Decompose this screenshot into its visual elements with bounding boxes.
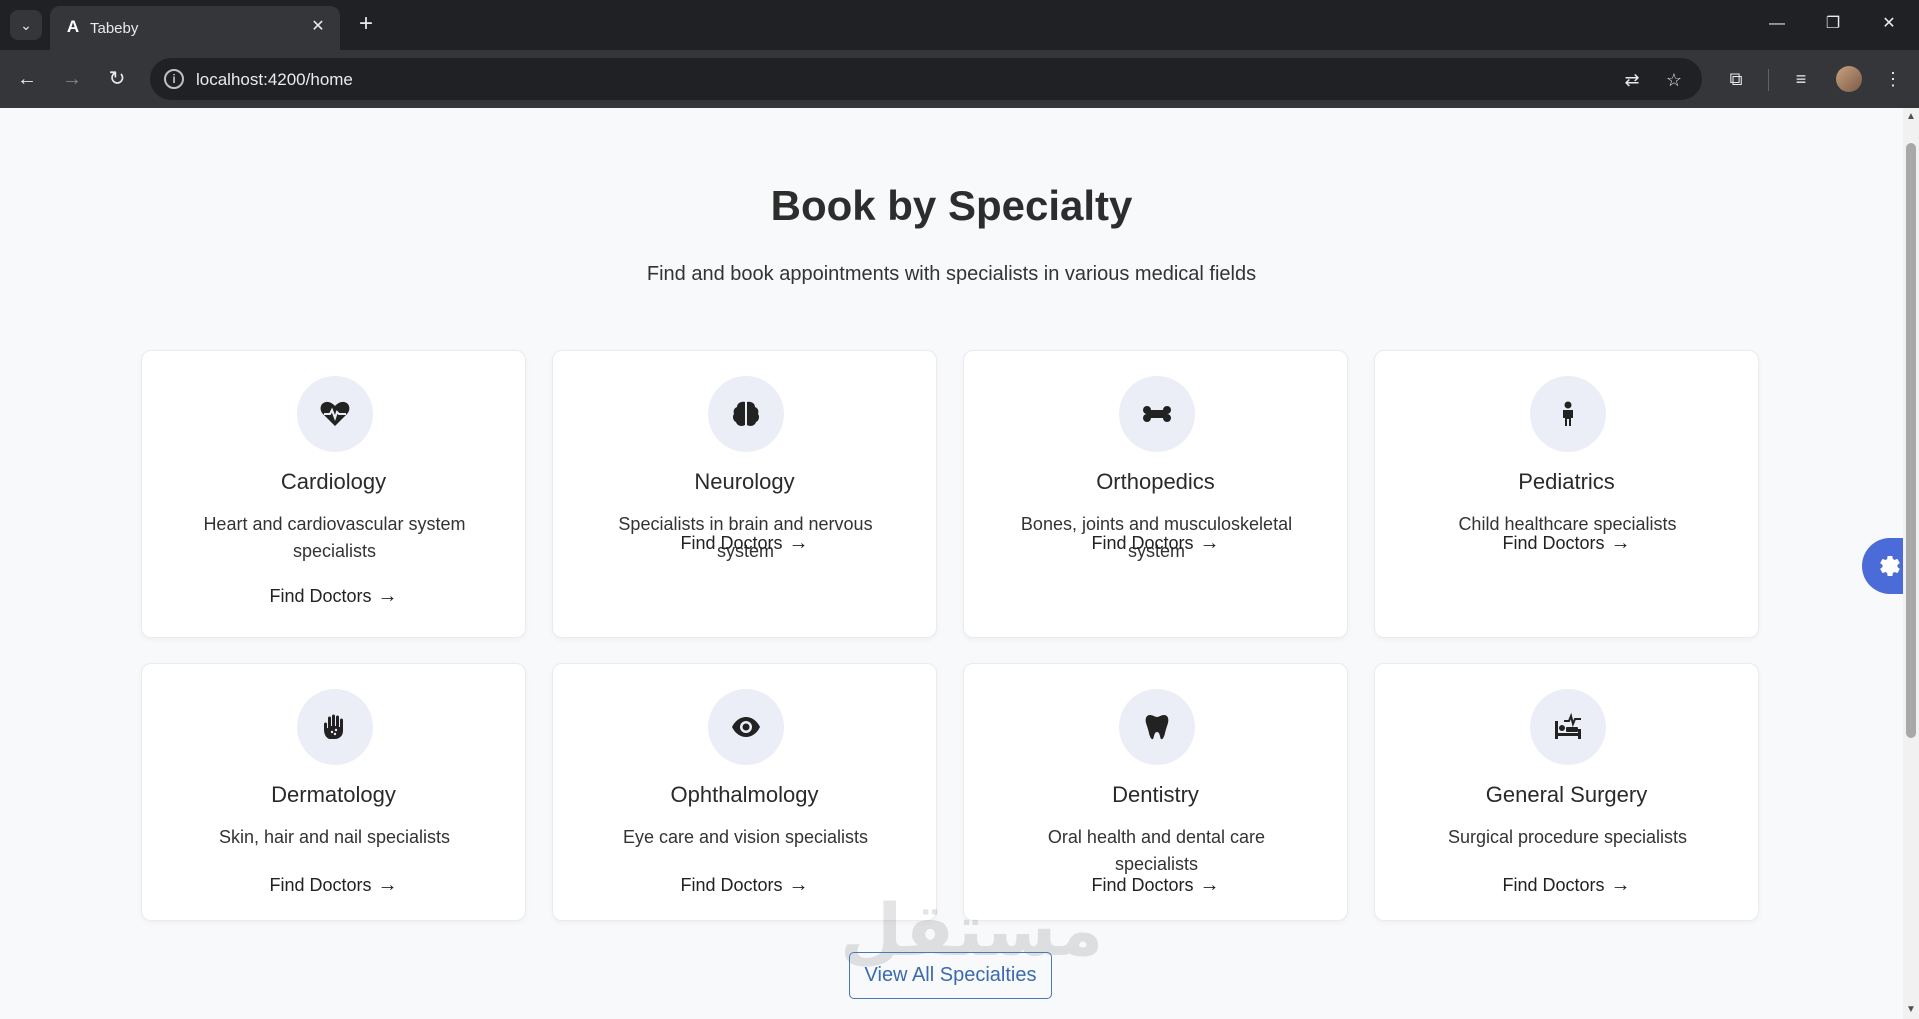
- find-doctors-label: Find Doctors: [680, 875, 783, 895]
- find-doctors-label: Find Doctors: [1091, 533, 1194, 553]
- site-info-icon[interactable]: i: [164, 69, 184, 89]
- specialty-description: Skin, hair and nail specialists: [218, 827, 451, 847]
- arrow-right-icon: →: [1610, 532, 1631, 554]
- specialty-name: Dentistry: [1112, 782, 1199, 807]
- find-doctors-label: Find Doctors: [269, 875, 372, 895]
- specialty-name: Pediatrics: [1518, 469, 1615, 494]
- settings-gear-button[interactable]: [1862, 538, 1903, 594]
- specialty-description: Heart and cardiovascular system speciali…: [203, 514, 466, 561]
- arrow-right-icon: →: [1610, 874, 1631, 896]
- view-all-specialties-button[interactable]: View All Specialties: [849, 952, 1052, 999]
- scrollbar-thumb[interactable]: [1906, 143, 1916, 738]
- find-doctors-label: Find Doctors: [1502, 875, 1605, 895]
- child-icon: [1530, 376, 1606, 452]
- section-title: Book by Specialty: [770, 182, 1133, 229]
- page-viewport: Book by Specialty Find and book appointm…: [0, 108, 1903, 1019]
- page-scrollbar[interactable]: ▲ ▼: [1903, 108, 1919, 1019]
- find-doctors-link[interactable]: Find Doctors →: [142, 585, 525, 608]
- specialty-name: Cardiology: [280, 469, 387, 494]
- find-doctors-label: Find Doctors: [680, 533, 783, 553]
- specialty-card-ophthalmology[interactable]: Ophthalmology Eye care and vision specia…: [552, 663, 937, 921]
- specialty-card-cardiology[interactable]: Cardiology Heart and cardiovascular syst…: [141, 350, 526, 638]
- extensions-puzzle-icon[interactable]: ⧉: [1721, 64, 1751, 94]
- section-subtitle: Find and book appointments with speciali…: [646, 263, 1257, 285]
- bookmark-star-icon[interactable]: ☆: [1662, 68, 1686, 92]
- browser-menu-icon[interactable]: ⋮: [1878, 64, 1908, 94]
- browser-tab-bar: ⌄ A Tabeby ✕ + — ❐ ✕: [0, 0, 1919, 50]
- heartbeat-icon: [297, 376, 373, 452]
- hand-dots-icon: [297, 689, 373, 765]
- find-doctors-link[interactable]: Find Doctors →: [142, 874, 525, 897]
- brain-icon: [708, 376, 784, 452]
- specialty-name: General Surgery: [1485, 782, 1648, 807]
- minimize-icon[interactable]: —: [1762, 10, 1792, 38]
- find-doctors-link[interactable]: Find Doctors →: [1375, 874, 1758, 897]
- find-doctors-label: Find Doctors: [1091, 875, 1194, 895]
- scroll-down-arrow-icon[interactable]: ▼: [1906, 1005, 1916, 1015]
- new-tab-plus-icon[interactable]: +: [353, 10, 379, 38]
- arrow-right-icon: →: [1199, 874, 1220, 896]
- specialty-name: Ophthalmology: [670, 782, 819, 807]
- browser-tab[interactable]: A Tabeby ✕: [50, 6, 340, 50]
- find-doctors-label: Find Doctors: [269, 586, 372, 606]
- find-doctors-link[interactable]: Find Doctors →: [1375, 532, 1758, 555]
- specialty-card-pediatrics[interactable]: Pediatrics Child healthcare specialists …: [1374, 350, 1759, 638]
- translate-icon[interactable]: ⇄: [1620, 68, 1644, 92]
- specialty-name: Orthopedics: [1096, 469, 1215, 494]
- bed-pulse-icon: [1530, 689, 1606, 765]
- tab-title: Tabeby: [90, 20, 139, 37]
- scroll-up-arrow-icon[interactable]: ▲: [1906, 112, 1916, 122]
- specialty-name: Dermatology: [271, 782, 396, 807]
- arrow-right-icon: →: [1199, 532, 1220, 554]
- find-doctors-label: Find Doctors: [1502, 533, 1605, 553]
- angular-favicon-icon: A: [66, 17, 80, 36]
- tooth-icon: [1119, 689, 1195, 765]
- url-text[interactable]: localhost:4200/home: [196, 70, 353, 90]
- arrow-right-icon: →: [788, 532, 809, 554]
- forward-arrow-icon[interactable]: →: [57, 64, 87, 94]
- specialty-card-dentistry[interactable]: Dentistry Oral health and dental care sp…: [963, 663, 1348, 921]
- specialty-description: Eye care and vision specialists: [622, 827, 869, 847]
- specialty-description: Oral health and dental care specialists: [1047, 827, 1266, 874]
- specialty-description: Surgical procedure specialists: [1447, 827, 1688, 847]
- reload-icon[interactable]: ↻: [102, 64, 132, 94]
- tab-search-chevron-icon[interactable]: ⌄: [10, 10, 42, 40]
- arrow-right-icon: →: [377, 874, 398, 896]
- toolbar-divider: [1768, 69, 1769, 91]
- media-queue-icon[interactable]: ≡: [1786, 64, 1816, 94]
- find-doctors-link[interactable]: Find Doctors →: [553, 874, 936, 897]
- close-window-icon[interactable]: ✕: [1874, 10, 1904, 38]
- arrow-right-icon: →: [377, 585, 398, 607]
- tab-close-icon[interactable]: ✕: [308, 17, 328, 37]
- restore-window-icon[interactable]: ❐: [1818, 10, 1848, 38]
- arrow-right-icon: →: [788, 874, 809, 896]
- find-doctors-link[interactable]: Find Doctors →: [553, 532, 936, 555]
- browser-toolbar: ← → ↻ i localhost:4200/home ⇄ ☆ ⧉ ≡ ⋮: [0, 50, 1919, 108]
- address-bar[interactable]: i localhost:4200/home ⇄ ☆: [150, 58, 1702, 100]
- gear-icon: [1880, 556, 1900, 577]
- specialty-card-orthopedics[interactable]: Orthopedics Bones, joints and musculoske…: [963, 350, 1348, 638]
- specialty-card-general-surgery[interactable]: General Surgery Surgical procedure speci…: [1374, 663, 1759, 921]
- profile-avatar[interactable]: [1836, 66, 1862, 92]
- find-doctors-link[interactable]: Find Doctors →: [964, 874, 1347, 897]
- back-arrow-icon[interactable]: ←: [12, 64, 42, 94]
- eye-icon: [708, 689, 784, 765]
- specialty-card-neurology[interactable]: Neurology Specialists in brain and nervo…: [552, 350, 937, 638]
- specialty-name: Neurology: [694, 469, 795, 494]
- bone-icon: [1119, 376, 1195, 452]
- specialty-card-dermatology[interactable]: Dermatology Skin, hair and nail speciali…: [141, 663, 526, 921]
- find-doctors-link[interactable]: Find Doctors →: [964, 532, 1347, 555]
